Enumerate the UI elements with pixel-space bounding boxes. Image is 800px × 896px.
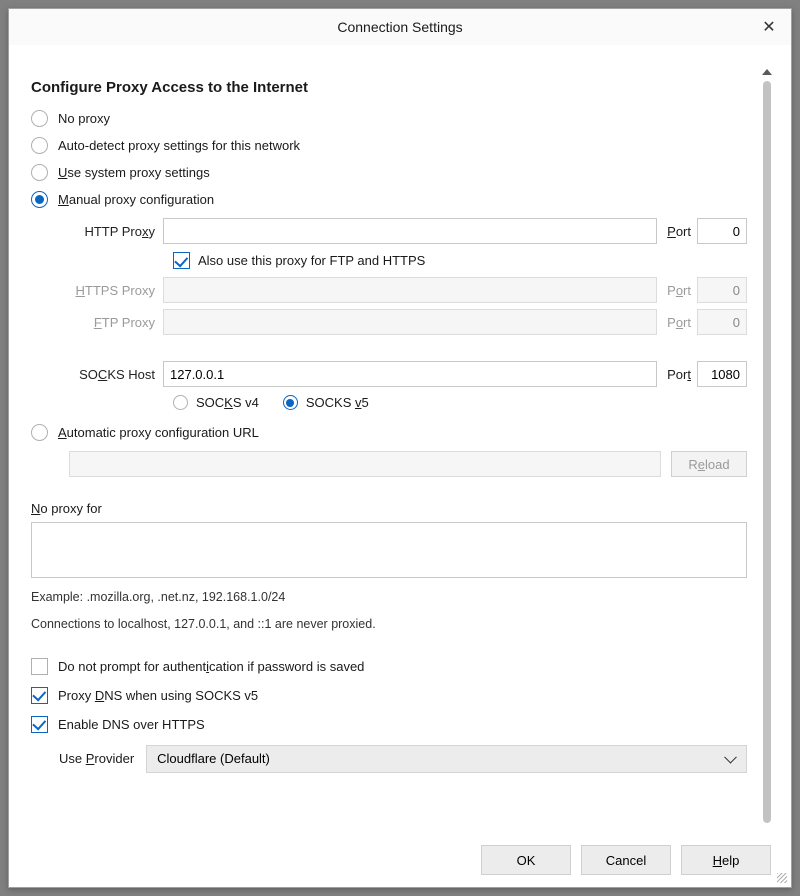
socks-port-label: Port	[657, 367, 697, 382]
ftp-proxy-input	[163, 309, 657, 335]
radio-label: Automatic proxy configuration URL	[58, 425, 259, 440]
help-button[interactable]: Help	[681, 845, 771, 875]
radio-label: Auto-detect proxy settings for this netw…	[58, 138, 300, 153]
radio-manual-proxy[interactable]: Manual proxy configuration	[31, 191, 747, 208]
scrollbar[interactable]	[761, 65, 773, 829]
http-proxy-label: HTTP Proxy	[69, 224, 163, 239]
connection-settings-dialog: Connection Settings ✕ Configure Proxy Ac…	[8, 8, 792, 888]
also-use-row[interactable]: Also use this proxy for FTP and HTTPS	[69, 252, 747, 269]
https-port-label: Port	[657, 283, 697, 298]
radio-label: SOCKS v4	[196, 395, 259, 410]
http-proxy-row: HTTP Proxy Port	[69, 218, 747, 244]
window-title: Connection Settings	[337, 19, 462, 35]
checkbox-label: Enable DNS over HTTPS	[58, 717, 205, 732]
https-proxy-label: HTTPS Proxy	[69, 283, 163, 298]
dialog-footer: OK Cancel Help	[9, 835, 791, 887]
socks-host-label: SOCKS Host	[69, 367, 163, 382]
checkbox-icon[interactable]	[173, 252, 190, 269]
socks-host-row: SOCKS Host Port	[69, 361, 747, 387]
radio-auto-config-url[interactable]: Automatic proxy configuration URL	[31, 424, 747, 441]
checkbox-icon[interactable]	[31, 687, 48, 704]
radio-icon[interactable]	[283, 395, 298, 410]
ok-button[interactable]: OK	[481, 845, 571, 875]
checkbox-label: Do not prompt for authentication if pass…	[58, 659, 364, 674]
page-title: Configure Proxy Access to the Internet	[31, 79, 747, 96]
http-proxy-input[interactable]	[163, 218, 657, 244]
radio-system-proxy[interactable]: Use system proxy settings	[31, 164, 747, 181]
no-auth-prompt-row[interactable]: Do not prompt for authentication if pass…	[31, 658, 747, 675]
socks-port-input[interactable]	[697, 361, 747, 387]
provider-label: Use Provider	[59, 751, 134, 766]
reload-button: Reload	[671, 451, 747, 477]
http-port-input[interactable]	[697, 218, 747, 244]
radio-label: SOCKS v5	[306, 395, 369, 410]
titlebar: Connection Settings ✕	[9, 9, 791, 45]
radio-icon[interactable]	[31, 424, 48, 441]
close-icon[interactable]: ✕	[757, 15, 781, 39]
enable-doh-row[interactable]: Enable DNS over HTTPS	[31, 716, 747, 733]
resize-grip-icon[interactable]	[777, 873, 787, 883]
ftp-port-input	[697, 309, 747, 335]
doh-provider-row: Use Provider Cloudflare (Default)	[31, 745, 747, 773]
radio-socks-v4[interactable]: SOCKS v4	[173, 395, 259, 410]
ftp-proxy-label: FTP Proxy	[69, 315, 163, 330]
radio-label: No proxy	[58, 111, 110, 126]
chevron-up-icon[interactable]	[762, 69, 772, 75]
localhost-note: Connections to localhost, 127.0.0.1, and…	[31, 614, 747, 635]
pac-url-input	[69, 451, 661, 477]
radio-icon[interactable]	[31, 137, 48, 154]
ftp-port-label: Port	[657, 315, 697, 330]
radio-no-proxy[interactable]: No proxy	[31, 110, 747, 127]
provider-select-wrap: Cloudflare (Default)	[146, 745, 747, 773]
proxy-dns-socks5-row[interactable]: Proxy DNS when using SOCKS v5	[31, 687, 747, 704]
radio-icon[interactable]	[31, 164, 48, 181]
radio-icon[interactable]	[31, 191, 48, 208]
no-proxy-for-label: No proxy for	[31, 501, 747, 516]
provider-select[interactable]: Cloudflare (Default)	[146, 745, 747, 773]
cancel-button[interactable]: Cancel	[581, 845, 671, 875]
https-proxy-row: HTTPS Proxy Port	[69, 277, 747, 303]
https-port-input	[697, 277, 747, 303]
dialog-body: Configure Proxy Access to the Internet N…	[9, 45, 791, 835]
socks-host-input[interactable]	[163, 361, 657, 387]
manual-proxy-section: HTTP Proxy Port Also use this proxy for …	[31, 218, 747, 410]
https-proxy-input	[163, 277, 657, 303]
no-proxy-example: Example: .mozilla.org, .net.nz, 192.168.…	[31, 587, 747, 608]
radio-icon[interactable]	[173, 395, 188, 410]
checkbox-label: Also use this proxy for FTP and HTTPS	[198, 253, 425, 268]
pac-section: Reload	[31, 451, 747, 477]
ftp-proxy-row: FTP Proxy Port	[69, 309, 747, 335]
radio-label: Use system proxy settings	[58, 165, 210, 180]
radio-icon[interactable]	[31, 110, 48, 127]
checkbox-label: Proxy DNS when using SOCKS v5	[58, 688, 258, 703]
checkbox-icon[interactable]	[31, 716, 48, 733]
checkbox-icon[interactable]	[31, 658, 48, 675]
radio-auto-detect[interactable]: Auto-detect proxy settings for this netw…	[31, 137, 747, 154]
radio-label: Manual proxy configuration	[58, 192, 214, 207]
content: Configure Proxy Access to the Internet N…	[31, 65, 761, 829]
http-port-label: Port	[657, 224, 697, 239]
no-proxy-for-input[interactable]	[31, 522, 747, 578]
scroll-track[interactable]	[763, 81, 771, 823]
radio-socks-v5[interactable]: SOCKS v5	[283, 395, 369, 410]
pac-url-row: Reload	[69, 451, 747, 477]
socks-version-row: SOCKS v4 SOCKS v5	[69, 395, 747, 410]
scroll-thumb[interactable]	[763, 81, 771, 823]
